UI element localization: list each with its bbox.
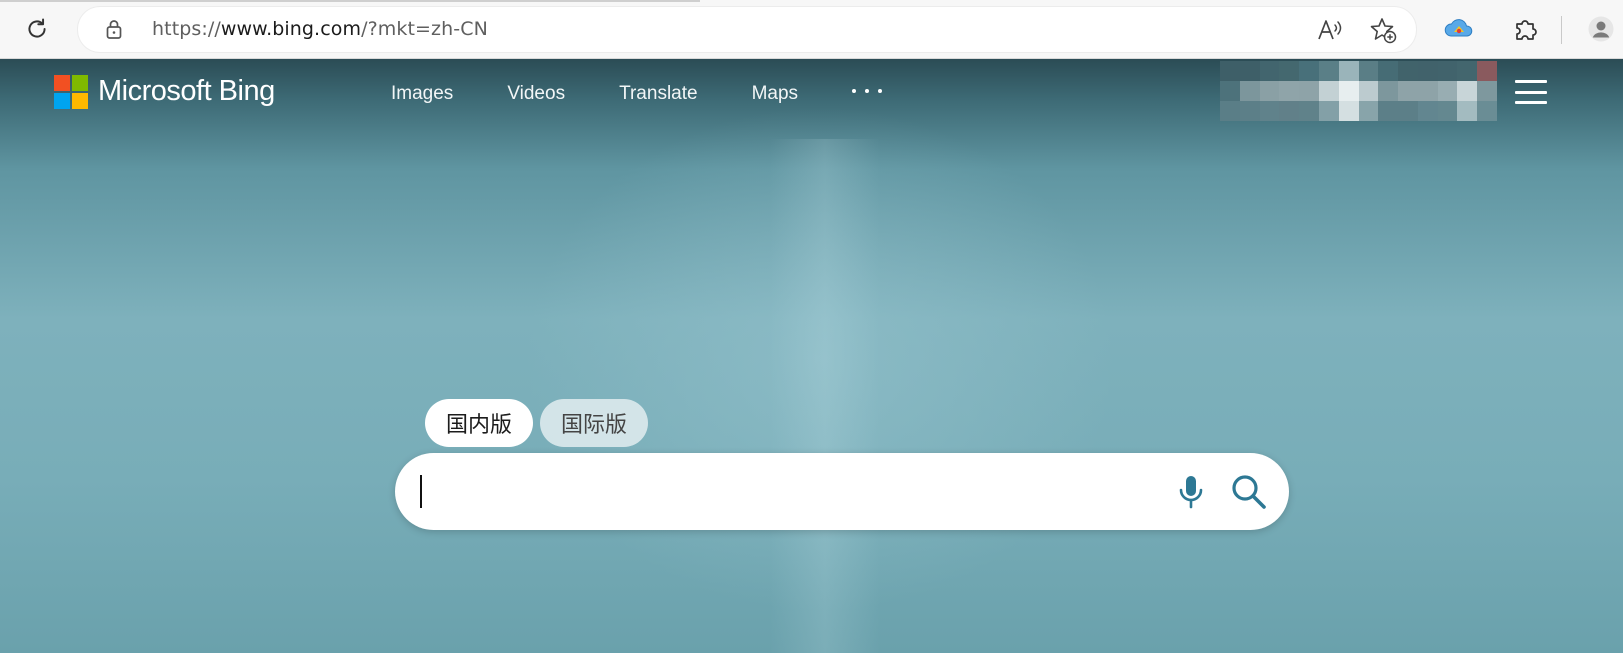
search-input[interactable] bbox=[419, 469, 1149, 514]
reload-button[interactable] bbox=[20, 12, 54, 46]
logo-square-blue bbox=[54, 92, 70, 109]
brand-link[interactable]: Microsoft Bing bbox=[54, 74, 275, 109]
hamburger-menu-icon[interactable] bbox=[1515, 80, 1547, 104]
tab-international-version[interactable]: 国际版 bbox=[540, 399, 649, 447]
search-box bbox=[395, 453, 1289, 530]
search-icon bbox=[1232, 475, 1266, 509]
extensions-button[interactable] bbox=[1508, 12, 1542, 46]
puzzle-piece-icon bbox=[1516, 20, 1537, 40]
pixelated-account-area[interactable] bbox=[1220, 61, 1497, 121]
voice-search-button[interactable] bbox=[1173, 472, 1209, 512]
nav-translate[interactable]: Translate bbox=[619, 83, 698, 105]
reload-icon bbox=[28, 18, 46, 38]
top-nav: Images Videos Translate Maps bbox=[391, 80, 852, 108]
background-light-beam bbox=[770, 139, 880, 653]
logo-square-red bbox=[54, 74, 70, 91]
nav-maps[interactable]: Maps bbox=[752, 83, 798, 105]
text-caret bbox=[420, 475, 422, 508]
market-version-toggle: 国内版 国际版 bbox=[425, 399, 649, 447]
microphone-icon bbox=[1179, 476, 1203, 509]
microsoft-logo-icon bbox=[54, 74, 88, 109]
profile-button[interactable] bbox=[1584, 12, 1618, 46]
url-text[interactable]: https://www.bing.com/?mkt=zh-CN bbox=[152, 18, 488, 40]
url-path: /?mkt=zh-CN bbox=[361, 18, 488, 40]
add-favorite-icon bbox=[1370, 18, 1397, 44]
profile-icon bbox=[1588, 16, 1614, 42]
toolbar-separator bbox=[1561, 16, 1562, 44]
read-aloud-icon bbox=[1318, 20, 1342, 40]
brand-name: Microsoft Bing bbox=[98, 75, 275, 107]
cloud-extension-button[interactable] bbox=[1442, 12, 1476, 46]
url-scheme: https:// bbox=[152, 18, 221, 40]
nav-videos[interactable]: Videos bbox=[507, 83, 565, 105]
logo-square-yellow bbox=[72, 92, 88, 109]
read-aloud-button[interactable] bbox=[1315, 15, 1345, 45]
tab-strip-edge bbox=[0, 0, 700, 2]
bing-homepage: Microsoft Bing Images Videos Translate M… bbox=[0, 59, 1623, 653]
cloud-extension-icon bbox=[1444, 19, 1473, 37]
nav-images[interactable]: Images bbox=[391, 83, 453, 105]
tab-domestic-version[interactable]: 国内版 bbox=[425, 399, 534, 447]
lock-icon[interactable] bbox=[102, 17, 126, 41]
search-button[interactable] bbox=[1228, 471, 1270, 513]
more-dots-icon[interactable] bbox=[852, 81, 882, 101]
url-host: www.bing.com bbox=[220, 18, 362, 40]
browser-toolbar: https://www.bing.com/?mkt=zh-CN bbox=[0, 0, 1623, 59]
add-favorite-button[interactable] bbox=[1368, 15, 1398, 45]
address-bar[interactable]: https://www.bing.com/?mkt=zh-CN bbox=[78, 7, 1416, 52]
logo-square-green bbox=[72, 74, 88, 91]
